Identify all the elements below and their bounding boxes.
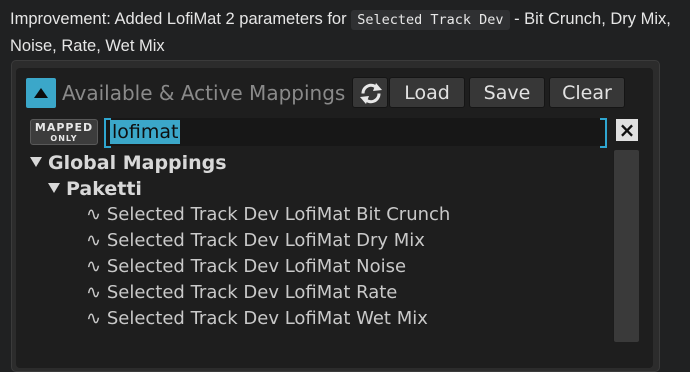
search-row: MAPPED ONLY lofimat × xyxy=(26,116,640,148)
tree-item-label: Selected Track Dev LofiMat Rate xyxy=(106,282,398,303)
tree-item-label: Selected Track Dev LofiMat Noise xyxy=(106,256,407,277)
refresh-icon xyxy=(360,83,382,104)
tree-item-label: Selected Track Dev LofiMat Wet Mix xyxy=(106,308,428,329)
focus-bracket-right xyxy=(600,118,607,148)
expand-triangle-icon xyxy=(48,183,60,193)
post-text-prefix: Improvement: Added LofiMat 2 parameters … xyxy=(10,10,347,28)
tree-item-label: Selected Track Dev LofiMat Dry Mix xyxy=(106,230,425,251)
tree-item[interactable]: ∿ Selected Track Dev LofiMat Rate xyxy=(86,280,397,306)
mapped-only-label-2: ONLY xyxy=(50,134,78,143)
triangle-up-icon xyxy=(34,88,48,98)
tree-item-label: Selected Track Dev LofiMat Bit Crunch xyxy=(106,204,451,225)
post-text: Improvement: Added LofiMat 2 parameters … xyxy=(10,6,686,59)
mapping-wave-icon: ∿ xyxy=(86,282,102,303)
tree-item[interactable]: ∿ Selected Track Dev LofiMat Dry Mix xyxy=(86,228,425,254)
collapse-toggle-button[interactable] xyxy=(26,78,56,108)
refresh-button[interactable] xyxy=(352,77,388,108)
tree-group-paketti[interactable]: Paketti xyxy=(48,176,142,202)
tree-item[interactable]: ∿ Selected Track Dev LofiMat Bit Crunch xyxy=(86,202,450,228)
scrollbar-thumb[interactable] xyxy=(614,150,639,342)
tree-group-global[interactable]: Global Mappings xyxy=(30,150,227,176)
expand-triangle-icon xyxy=(30,157,42,167)
mapping-wave-icon: ∿ xyxy=(86,204,102,225)
mapping-wave-icon: ∿ xyxy=(86,230,102,251)
search-input[interactable]: lofimat xyxy=(104,118,607,148)
clear-search-icon[interactable]: × xyxy=(616,119,638,141)
mapping-wave-icon: ∿ xyxy=(86,308,102,329)
tree-group-label: Global Mappings xyxy=(48,152,227,174)
mapped-only-toggle[interactable]: MAPPED ONLY xyxy=(30,119,98,145)
mapped-only-label-1: MAPPED xyxy=(34,121,94,134)
tree-item[interactable]: ∿ Selected Track Dev LofiMat Noise xyxy=(86,254,406,280)
load-button[interactable]: Load xyxy=(389,77,465,108)
mapping-tree: Global Mappings Paketti ∿ Selected Track… xyxy=(26,150,614,340)
inline-code: Selected Track Dev xyxy=(351,10,510,30)
search-input-value: lofimat xyxy=(110,120,181,144)
tree-group-label: Paketti xyxy=(66,178,142,200)
mapping-wave-icon: ∿ xyxy=(86,256,102,277)
save-button[interactable]: Save xyxy=(469,77,545,108)
panel-title: Available & Active Mappings xyxy=(62,81,346,105)
tree-item[interactable]: ∿ Selected Track Dev LofiMat Wet Mix xyxy=(86,306,428,332)
clear-button[interactable]: Clear xyxy=(549,77,625,108)
